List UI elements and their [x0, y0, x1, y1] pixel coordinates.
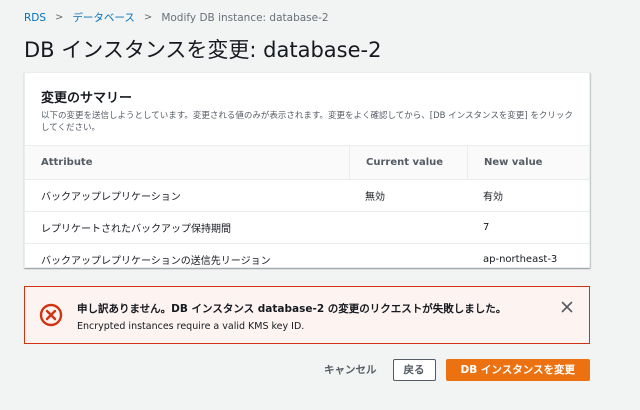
cell-attribute: バックアップレプリケーションの送信先リージョン [41, 256, 271, 267]
cell-current-value [349, 212, 467, 243]
breadcrumb-current: Modify DB instance: database-2 [161, 11, 329, 24]
close-icon [561, 301, 573, 313]
summary-header: 変更のサマリー 以下の変更を送信しようとしています。変更される値のみが表示されま… [25, 73, 589, 145]
cell-attribute: バックアップレプリケーション [41, 192, 181, 203]
cell-new-value: 有効 [483, 192, 503, 203]
error-circle-icon [39, 303, 63, 327]
back-button[interactable]: 戻る [392, 358, 436, 381]
error-title: 申し訳ありません。DB インスタンス database-2 の変更のリクエストが… [77, 303, 507, 315]
chevron-right-icon: > [143, 12, 153, 23]
breadcrumb: RDS > データベース > Modify DB instance: datab… [24, 10, 329, 25]
error-alert: 申し訳ありません。DB インスタンス database-2 の変更のリクエストが… [24, 286, 590, 344]
column-header-attribute: Attribute [41, 157, 93, 168]
error-text: 申し訳ありません。DB インスタンス database-2 の変更のリクエストが… [77, 301, 506, 332]
breadcrumb-databases[interactable]: データベース [72, 10, 134, 25]
column-header-current-value: Current value [349, 146, 467, 179]
form-actions: キャンセル 戻る DB インスタンスを変更 [314, 356, 590, 383]
error-detail: Encrypted instances require a valid KMS … [77, 321, 305, 332]
dismiss-alert-button[interactable] [559, 299, 575, 315]
column-header-new-value: New value [467, 146, 589, 179]
cell-new-value: ap-northeast-3 [483, 254, 558, 265]
summary-description: 以下の変更を送信しようとしています。変更される値のみが表示されます。変更をよく確… [41, 111, 573, 133]
cell-attribute: レプリケートされたバックアップ保持期間 [41, 224, 231, 235]
summary-table: Attribute Current value New value バックアップ… [25, 145, 589, 275]
chevron-right-icon: > [55, 12, 64, 23]
page-title: DB インスタンスを変更: database-2 [24, 38, 382, 62]
summary-card: 変更のサマリー 以下の変更を送信しようとしています。変更される値のみが表示されま… [24, 72, 590, 268]
cancel-button[interactable]: キャンセル [314, 356, 387, 383]
table-row: バックアップレプリケーションの送信先リージョン ap-northeast-3 [25, 243, 589, 275]
cell-current-value [349, 244, 467, 275]
breadcrumb-rds[interactable]: RDS [24, 12, 46, 24]
cell-new-value: 7 [483, 222, 490, 233]
table-row: レプリケートされたバックアップ保持期間 7 [25, 211, 589, 243]
cell-current-value: 無効 [365, 192, 385, 203]
table-row: バックアップレプリケーション 無効 有効 [25, 179, 589, 211]
modify-db-instance-button[interactable]: DB インスタンスを変更 [445, 358, 590, 381]
table-header-row: Attribute Current value New value [25, 145, 589, 179]
summary-title: 変更のサマリー [41, 91, 133, 106]
